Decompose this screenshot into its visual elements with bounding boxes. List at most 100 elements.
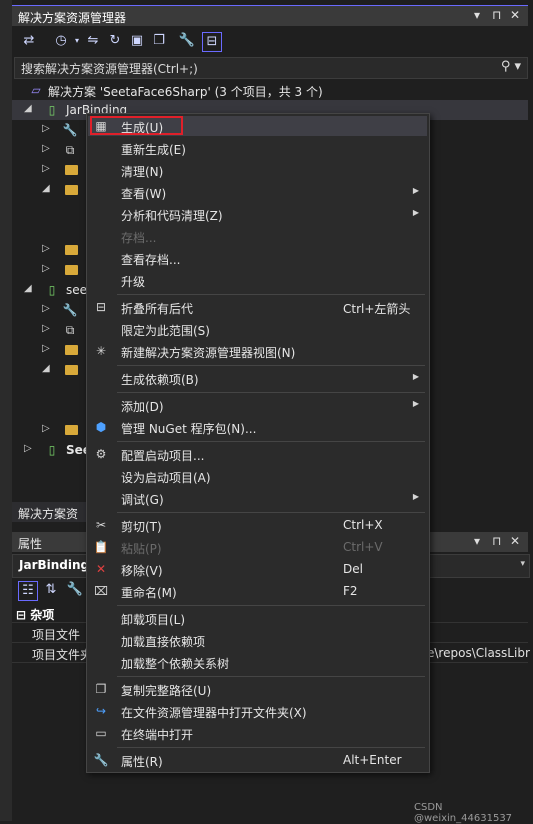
menu-item-set-startup[interactable]: 设为启动项目(A) xyxy=(87,465,429,487)
expand-arrow-icon[interactable]: ◢ xyxy=(42,363,50,374)
wrench-icon: 🔧 xyxy=(62,303,78,317)
menu-item-shortcut: F2 xyxy=(343,584,358,598)
menu-item-label: 生成依赖项(B) xyxy=(121,373,199,387)
solution-label: 解决方案 'SeetaFace6Sharp' (3 个项目，共 3 个) xyxy=(48,85,323,99)
menu-item-label: 生成(U) xyxy=(121,121,164,135)
window-menu-icon[interactable]: ▾ xyxy=(474,534,480,548)
menu-item-label: 配置启动项目... xyxy=(121,449,205,463)
search-input[interactable]: 搜索解决方案资源管理器(Ctrl+;) xyxy=(21,60,198,77)
show-all-files-icon[interactable]: ❐ xyxy=(150,32,168,50)
refresh-icon[interactable]: ↻ xyxy=(106,32,124,50)
folder-open-icon xyxy=(65,185,78,195)
collapse-arrow-icon[interactable]: ▷ xyxy=(42,303,50,314)
pin-icon[interactable]: ⊓ xyxy=(492,8,501,22)
tab-solution-explorer[interactable]: 解决方案资 xyxy=(12,502,92,522)
menu-item-shortcut: Ctrl+V xyxy=(343,540,383,554)
collapse-arrow-icon[interactable]: ▷ xyxy=(42,163,50,174)
properties-title: 属性 xyxy=(18,537,43,551)
solution-node[interactable]: ▱ 解决方案 'SeetaFace6Sharp' (3 个项目，共 3 个) xyxy=(12,80,528,100)
search-icon[interactable]: ⚲ ▾ xyxy=(501,59,521,74)
menu-item-build[interactable]: ▦ 生成(U) xyxy=(87,115,429,137)
expand-arrow-icon[interactable]: ◢ xyxy=(24,283,32,294)
menu-item-open-in-explorer[interactable]: ↪ 在文件资源管理器中打开文件夹(X) xyxy=(87,700,429,722)
menu-separator xyxy=(117,605,425,606)
categorized-icon[interactable]: ☷ xyxy=(18,581,38,601)
menu-item-label: 清理(N) xyxy=(121,165,164,179)
menu-item-label: 加载整个依赖关系树 xyxy=(121,657,230,671)
menu-item-cut[interactable]: ✂ 剪切(T) Ctrl+X xyxy=(87,514,429,536)
close-icon[interactable]: ✕ xyxy=(510,534,520,548)
collapse-arrow-icon[interactable]: ▷ xyxy=(42,243,50,254)
collapse-arrow-icon[interactable]: ▷ xyxy=(42,323,50,334)
property-key: 项目文件 xyxy=(32,628,81,642)
pin-icon[interactable]: ⊓ xyxy=(492,534,501,548)
switch-views-icon[interactable]: ⇄ xyxy=(20,32,38,50)
context-menu: ▦ 生成(U) 重新生成(E) 清理(N) 查看(W) ▶ 分析和代码清理(Z)… xyxy=(86,113,430,773)
menu-item-upgrade[interactable]: 升级 xyxy=(87,269,429,291)
paste-icon: 📋 xyxy=(93,540,109,554)
menu-item-add[interactable]: 添加(D) ▶ xyxy=(87,394,429,416)
collapse-arrow-icon[interactable]: ▷ xyxy=(42,143,50,154)
selected-object: JarBinding xyxy=(19,558,90,572)
open-folder-icon: ↪ xyxy=(95,704,107,718)
menu-item-label: 查看存档... xyxy=(121,253,181,267)
search-box[interactable]: 搜索解决方案资源管理器(Ctrl+;) ⚲ ▾ xyxy=(14,57,528,79)
menu-separator xyxy=(117,676,425,677)
folder-icon xyxy=(65,345,78,355)
menu-item-configure-startup[interactable]: ⚙ 配置启动项目... xyxy=(87,443,429,465)
left-toolbar-strip xyxy=(0,0,12,821)
references-icon: ⧉ xyxy=(65,143,75,157)
menu-item-new-view[interactable]: ✳ 新建解决方案资源管理器视图(N) xyxy=(87,340,429,362)
menu-item-analyze[interactable]: 分析和代码清理(Z) ▶ xyxy=(87,203,429,225)
project-icon: ▯ xyxy=(48,103,56,117)
folder-icon xyxy=(65,265,78,275)
window-menu-icon[interactable]: ▾ xyxy=(474,8,480,22)
menu-item-label: 限定为此范围(S) xyxy=(121,324,210,338)
menu-item-clean[interactable]: 清理(N) xyxy=(87,159,429,181)
menu-item-manage-nuget[interactable]: ⬢ 管理 NuGet 程序包(N)... xyxy=(87,416,429,438)
wrench-icon: 🔧 xyxy=(62,123,78,137)
collapse-arrow-icon[interactable]: ▷ xyxy=(42,343,50,354)
menu-item-view-archive[interactable]: 查看存档... xyxy=(87,247,429,269)
property-pages-icon[interactable]: 🔧 xyxy=(66,581,84,599)
preview-selected-icon[interactable]: ⊟ xyxy=(202,32,222,52)
collapse-arrow-icon[interactable]: ▷ xyxy=(42,123,50,134)
menu-item-open-in-terminal[interactable]: ▭ 在终端中打开 xyxy=(87,722,429,744)
properties-wrench-icon[interactable]: 🔧 xyxy=(178,32,196,50)
menu-item-build-dependencies[interactable]: 生成依赖项(B) ▶ xyxy=(87,367,429,389)
menu-item-load-direct-deps[interactable]: 加载直接依赖项 xyxy=(87,629,429,651)
menu-item-load-dep-tree[interactable]: 加载整个依赖关系树 xyxy=(87,651,429,673)
menu-item-rename[interactable]: ⌧ 重命名(M) F2 xyxy=(87,580,429,602)
menu-item-copy-full-path[interactable]: ❐ 复制完整路径(U) xyxy=(87,678,429,700)
tab-label: 解决方案资 xyxy=(18,507,79,521)
collapse-arrow-icon[interactable]: ▷ xyxy=(42,263,50,274)
sync-icon[interactable]: ⇋ xyxy=(84,32,102,50)
expand-arrow-icon[interactable]: ◢ xyxy=(42,183,50,194)
menu-item-label: 设为启动项目(A) xyxy=(121,471,211,485)
collapse-arrow-icon[interactable]: ▷ xyxy=(42,423,50,434)
collapse-all-icon[interactable]: ▣ xyxy=(128,32,146,50)
menu-item-debug[interactable]: 调试(G) ▶ xyxy=(87,487,429,509)
alphabetical-icon[interactable]: ⇅ xyxy=(42,581,60,599)
chevron-down-icon[interactable]: ▾ xyxy=(520,559,525,569)
menu-item-unload-project[interactable]: 卸载项目(L) xyxy=(87,607,429,629)
menu-item-view[interactable]: 查看(W) ▶ xyxy=(87,181,429,203)
collapse-icon: ⊟ xyxy=(95,300,107,314)
folder-icon xyxy=(65,165,78,175)
menu-item-label: 属性(R) xyxy=(121,755,163,769)
collapse-arrow-icon[interactable]: ▷ xyxy=(24,443,32,454)
menu-item-collapse-descendants[interactable]: ⊟ 折叠所有后代 Ctrl+左箭头 xyxy=(87,296,429,318)
submenu-arrow-icon: ▶ xyxy=(412,372,419,381)
menu-item-label: 管理 NuGet 程序包(N)... xyxy=(121,422,257,436)
folder-open-icon xyxy=(65,365,78,375)
menu-item-label: 添加(D) xyxy=(121,400,164,414)
menu-item-remove[interactable]: ✕ 移除(V) Del xyxy=(87,558,429,580)
menu-item-label: 新建解决方案资源管理器视图(N) xyxy=(121,346,296,360)
close-icon[interactable]: ✕ xyxy=(510,8,520,22)
menu-item-properties[interactable]: 🔧 属性(R) Alt+Enter xyxy=(87,749,429,771)
menu-item-scope-to-this[interactable]: 限定为此范围(S) xyxy=(87,318,429,340)
menu-item-rebuild[interactable]: 重新生成(E) xyxy=(87,137,429,159)
expand-arrow-icon[interactable]: ◢ xyxy=(24,103,32,114)
build-icon: ▦ xyxy=(95,119,107,133)
project-icon: ▯ xyxy=(48,283,56,297)
